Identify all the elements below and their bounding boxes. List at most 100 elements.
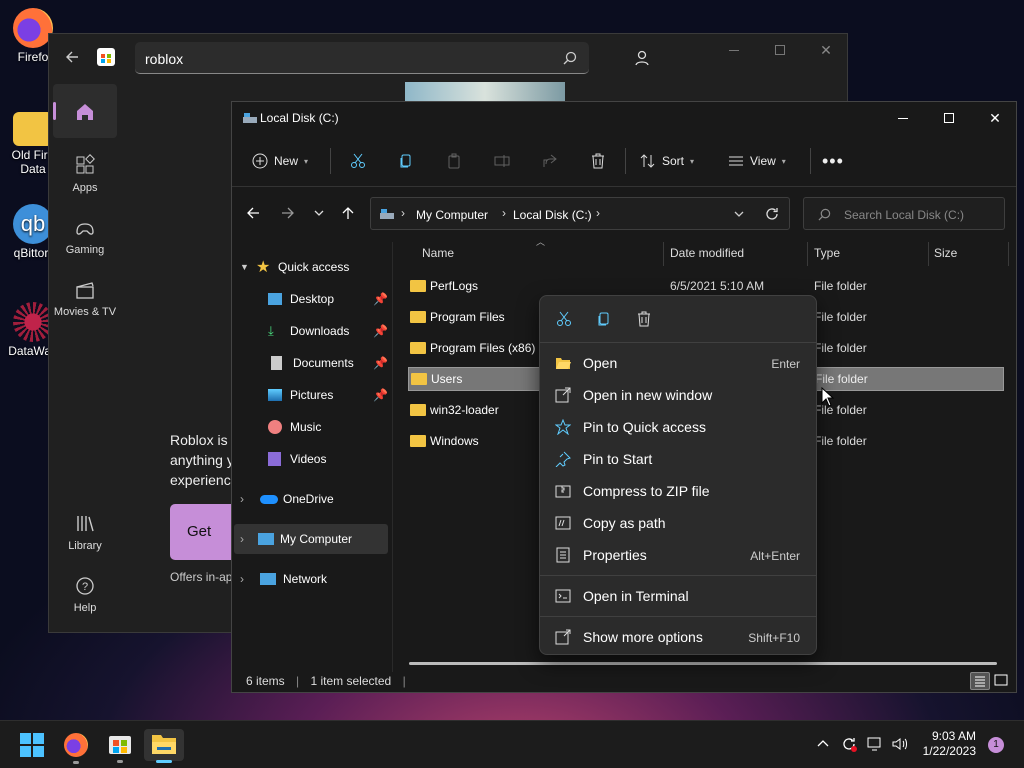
nav-my-computer[interactable]: › My Computer bbox=[234, 524, 388, 554]
sync-icon[interactable] bbox=[840, 735, 858, 753]
mouse-cursor-icon bbox=[821, 387, 835, 407]
maximize-button[interactable] bbox=[926, 102, 972, 134]
pin-icon[interactable]: 📌 bbox=[373, 292, 388, 306]
menu-item-properties[interactable]: Properties Alt+Enter bbox=[540, 541, 816, 569]
store-nav-home[interactable] bbox=[53, 84, 117, 138]
clock[interactable]: 9:03 AM 1/22/2023 bbox=[920, 729, 976, 759]
account-icon[interactable] bbox=[627, 46, 657, 70]
start-button[interactable] bbox=[12, 729, 52, 761]
store-sidebar: Apps Gaming Movies & TV Library ? Help bbox=[49, 80, 121, 632]
menu-item-compress-zip[interactable]: Compress to ZIP file bbox=[540, 477, 816, 505]
search-icon[interactable] bbox=[563, 51, 577, 65]
file-explorer-icon bbox=[152, 735, 176, 754]
view-button[interactable]: View ▾ bbox=[728, 142, 786, 180]
column-header-size[interactable]: Size bbox=[934, 246, 957, 260]
store-nav-movies[interactable]: Movies & TV bbox=[53, 278, 117, 318]
copy-button[interactable] bbox=[398, 142, 414, 180]
store-search-input[interactable]: roblox bbox=[135, 42, 589, 74]
taskbar-store[interactable] bbox=[100, 729, 140, 763]
app-description: Roblox is t anything y experienc bbox=[170, 432, 236, 488]
divider bbox=[625, 148, 626, 174]
nav-item-downloads[interactable]: ⤓ Downloads 📌 bbox=[268, 316, 388, 346]
see-more-button[interactable]: ••• bbox=[822, 142, 844, 180]
properties-icon bbox=[555, 547, 571, 563]
breadcrumb-my-computer[interactable]: My Computer bbox=[416, 208, 488, 222]
volume-icon[interactable] bbox=[891, 736, 909, 752]
sort-up-icon: ︿ bbox=[536, 237, 546, 247]
menu-item-open-new-window[interactable]: Open in new window bbox=[540, 381, 816, 409]
column-header-name[interactable]: Name bbox=[422, 246, 454, 260]
share-button[interactable] bbox=[542, 142, 558, 180]
notification-badge[interactable]: 1 bbox=[988, 737, 1004, 753]
pin-icon[interactable]: 📌 bbox=[373, 388, 388, 402]
nav-item-documents[interactable]: Documents 📌 bbox=[268, 348, 388, 378]
column-header-type[interactable]: Type bbox=[814, 246, 840, 260]
minimize-button[interactable] bbox=[711, 34, 757, 66]
back-arrow-icon[interactable] bbox=[246, 206, 260, 220]
menu-item-show-more-options[interactable]: Show more options Shift+F10 bbox=[540, 623, 816, 651]
details-view-button[interactable] bbox=[970, 672, 990, 690]
running-indicator bbox=[117, 760, 123, 763]
store-nav-gaming[interactable]: Gaming bbox=[53, 216, 117, 256]
help-icon: ? bbox=[73, 574, 97, 598]
column-header-date[interactable]: Date modified bbox=[670, 246, 744, 260]
chevron-down-icon[interactable] bbox=[733, 209, 745, 219]
horizontal-scrollbar[interactable] bbox=[409, 662, 997, 665]
breadcrumb-local-disk[interactable]: Local Disk (C:) bbox=[513, 208, 592, 222]
store-nav-help[interactable]: ? Help bbox=[53, 574, 117, 614]
pin-icon[interactable]: 📌 bbox=[373, 356, 388, 370]
paste-button[interactable] bbox=[446, 142, 462, 180]
recent-locations-chevron-icon[interactable] bbox=[313, 206, 325, 220]
chevron-up-icon[interactable] bbox=[816, 737, 830, 751]
delete-button[interactable] bbox=[590, 142, 606, 180]
forward-arrow-icon[interactable] bbox=[281, 206, 295, 220]
back-arrow-icon[interactable] bbox=[65, 50, 79, 64]
close-button[interactable]: ✕ bbox=[972, 102, 1018, 134]
taskbar-firefox[interactable] bbox=[56, 729, 96, 764]
gamepad-icon bbox=[73, 216, 97, 240]
store-nav-apps[interactable]: Apps bbox=[53, 154, 117, 194]
cut-button[interactable] bbox=[350, 142, 366, 180]
tiles-view-button[interactable] bbox=[992, 672, 1012, 690]
menu-item-pin-quick-access[interactable]: Pin to Quick access bbox=[540, 413, 816, 441]
clock-date: 1/22/2023 bbox=[922, 744, 976, 758]
refresh-icon[interactable] bbox=[765, 207, 779, 221]
pin-icon[interactable]: 📌 bbox=[373, 324, 388, 338]
offers-note: Offers in-ap bbox=[170, 570, 233, 584]
menu-item-open-terminal[interactable]: Open in Terminal bbox=[540, 582, 816, 610]
nav-item-videos[interactable]: Videos bbox=[268, 444, 388, 474]
sort-button[interactable]: Sort ▾ bbox=[640, 142, 694, 180]
nav-item-pictures[interactable]: Pictures 📌 bbox=[268, 380, 388, 410]
nav-onedrive[interactable]: › OneDrive bbox=[240, 484, 390, 514]
close-button[interactable]: ✕ bbox=[803, 34, 849, 66]
store-nav-library[interactable]: Library bbox=[53, 512, 117, 552]
new-button[interactable]: New ▾ bbox=[252, 142, 308, 180]
address-bar[interactable]: › My Computer › Local Disk (C:) › bbox=[370, 197, 790, 230]
copy-icon[interactable] bbox=[596, 311, 612, 327]
minimize-button[interactable] bbox=[880, 102, 926, 134]
nav-quick-access[interactable]: ▼ ★ Quick access bbox=[240, 252, 390, 282]
menu-item-open[interactable]: Open Enter bbox=[540, 349, 816, 377]
divider bbox=[330, 148, 331, 174]
nav-network[interactable]: › Network bbox=[240, 564, 390, 594]
scissors-icon[interactable] bbox=[556, 311, 572, 327]
maximize-button[interactable] bbox=[757, 34, 803, 66]
status-divider: | bbox=[402, 674, 406, 688]
menu-item-pin-start[interactable]: Pin to Start bbox=[540, 445, 816, 473]
network-display-icon[interactable] bbox=[866, 736, 884, 752]
desktop-folder-icon bbox=[268, 293, 282, 305]
nav-item-music[interactable]: Music bbox=[268, 412, 388, 442]
taskbar-file-explorer[interactable] bbox=[144, 729, 184, 763]
scissors-icon bbox=[350, 153, 366, 169]
column-divider bbox=[807, 242, 808, 266]
up-arrow-icon[interactable] bbox=[341, 206, 355, 220]
rename-button[interactable] bbox=[494, 142, 510, 180]
window-title: Local Disk (C:) bbox=[260, 111, 339, 125]
get-button[interactable]: Get bbox=[170, 504, 240, 560]
trash-icon[interactable] bbox=[636, 311, 652, 327]
firefox-icon bbox=[13, 8, 53, 48]
nav-item-desktop[interactable]: Desktop 📌 bbox=[268, 284, 388, 314]
explorer-search-input[interactable]: Search Local Disk (C:) bbox=[803, 197, 1005, 230]
menu-item-copy-path[interactable]: Copy as path bbox=[540, 509, 816, 537]
maximize-icon bbox=[775, 45, 785, 55]
